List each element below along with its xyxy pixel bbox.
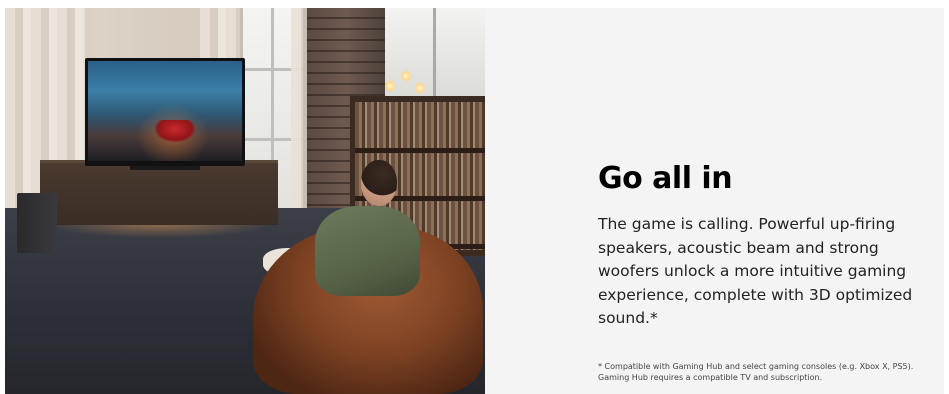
person-head xyxy=(361,160,397,206)
person xyxy=(315,206,420,296)
tv-game-car xyxy=(155,120,195,142)
candle-light xyxy=(401,70,411,82)
subwoofer xyxy=(17,193,57,253)
feature-description: The game is calling. Powerful up-firing … xyxy=(598,215,913,327)
feature-text-panel: Go all in The game is calling. Powerful … xyxy=(485,8,944,394)
feature-image xyxy=(5,8,485,394)
feature-footnote: * Compatible with Gaming Hub and select … xyxy=(598,361,918,383)
tv-stand xyxy=(130,166,200,170)
feature-banner: Go all in The game is calling. Powerful … xyxy=(5,8,944,394)
tv-screen xyxy=(88,61,242,161)
footnote-line-2: Gaming Hub requires a compatible TV and … xyxy=(598,373,823,382)
candle-light xyxy=(385,80,395,92)
footnote-line-1: * Compatible with Gaming Hub and select … xyxy=(598,362,914,371)
window-right-frame xyxy=(385,8,485,104)
feature-heading: Go all in xyxy=(598,161,733,196)
candle-light xyxy=(415,82,425,94)
